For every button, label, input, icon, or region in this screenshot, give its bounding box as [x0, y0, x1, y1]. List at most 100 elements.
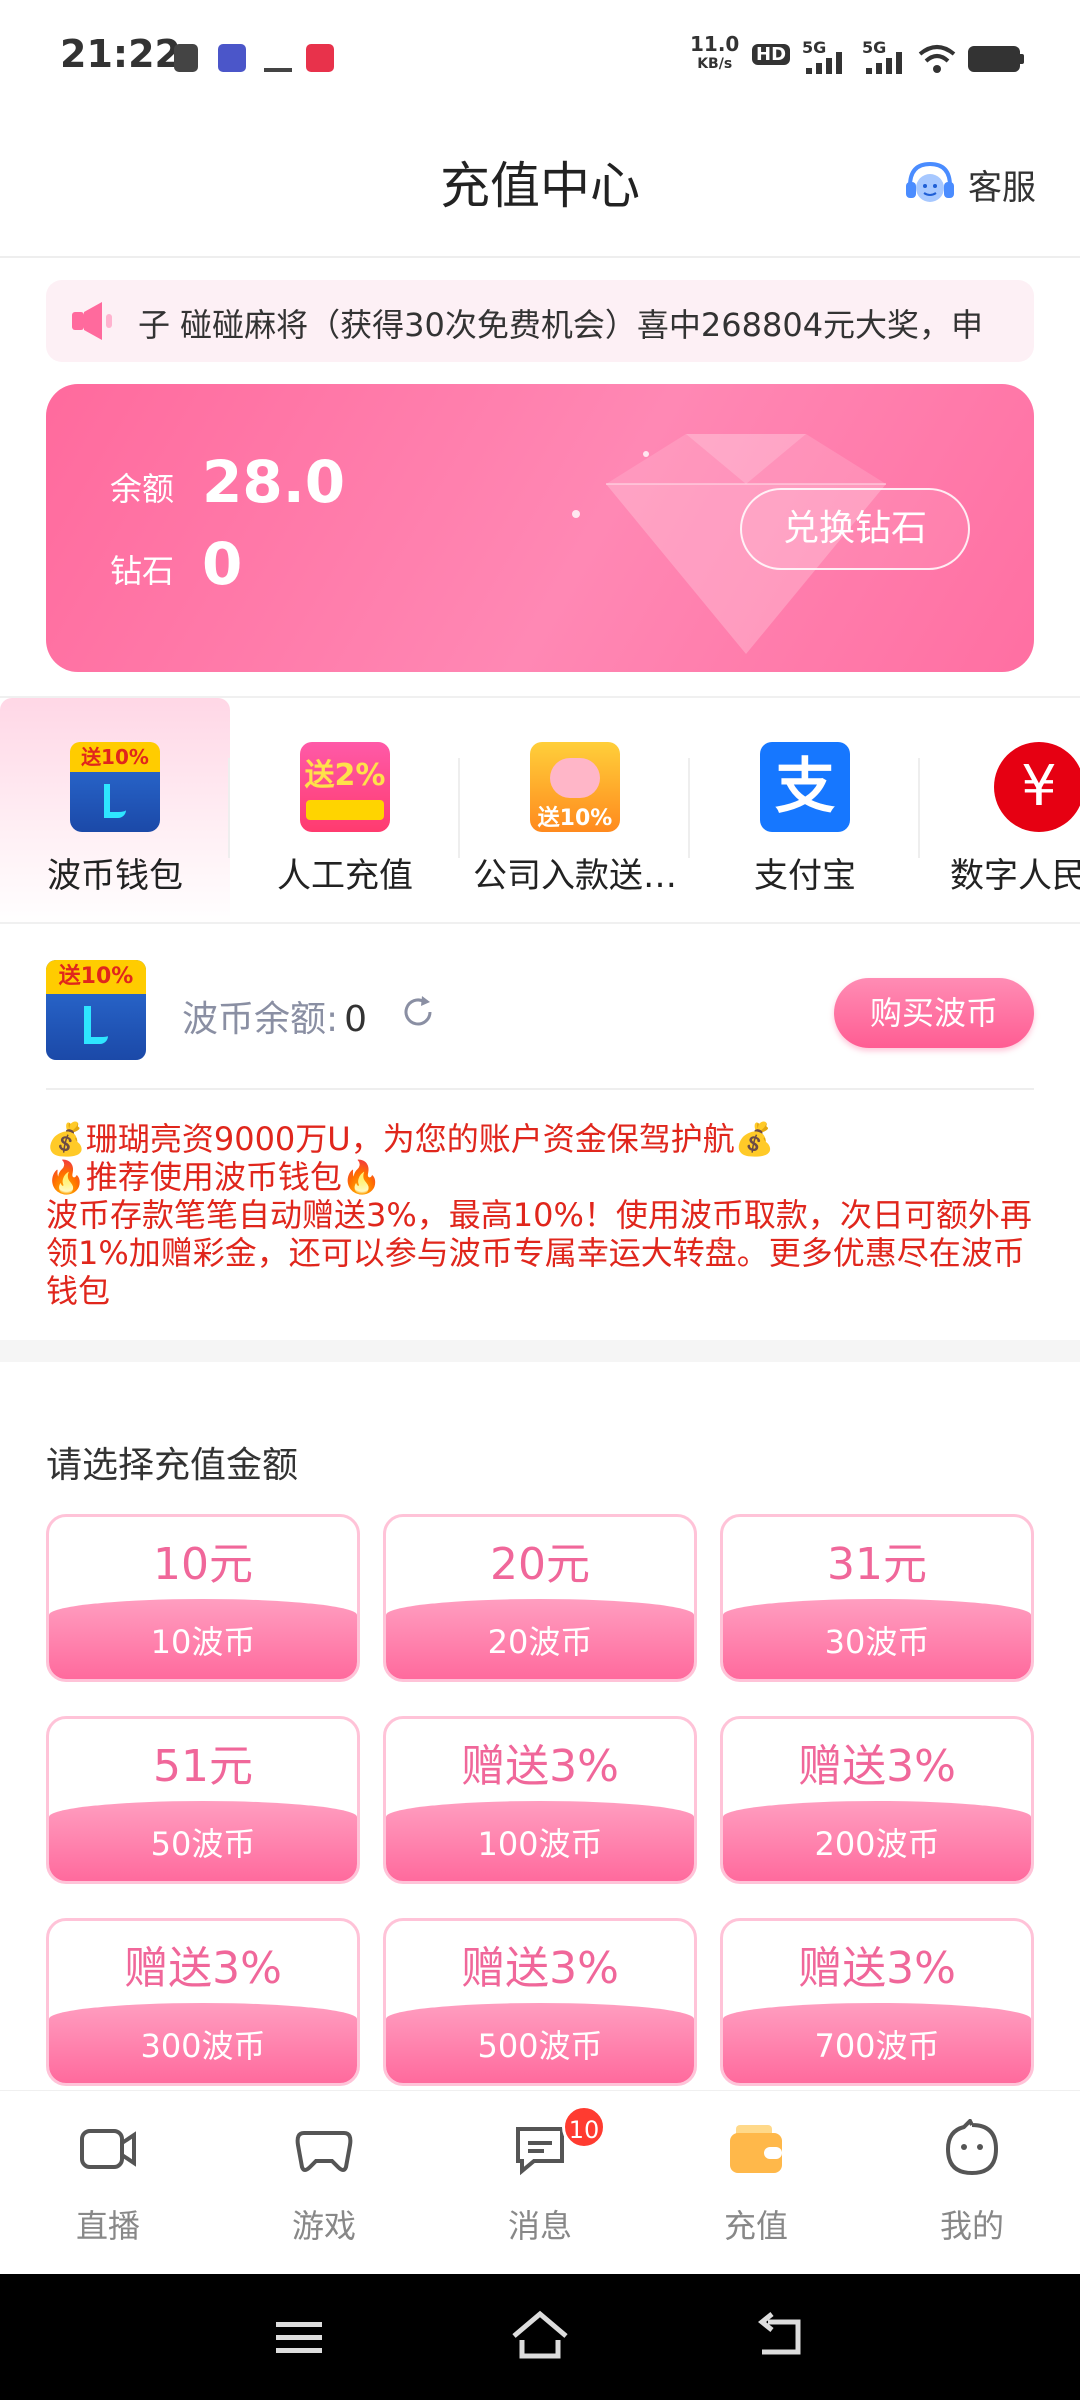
nav-live[interactable]: 直播 — [0, 2091, 216, 2275]
piggy-body — [550, 758, 600, 798]
balance-value: 28.0 — [202, 448, 346, 516]
bobi-badge: 送10% — [70, 742, 160, 772]
menu-icon[interactable] — [274, 2318, 324, 2358]
amount-option-coins: 50波币 — [49, 1801, 357, 1881]
promo-text: 💰珊瑚亮资9000万U，为您的账户资金保驾护航💰 🔥推荐使用波币钱包🔥 波币存款… — [46, 1120, 1036, 1310]
signal-bars-2-icon — [866, 52, 902, 74]
message-count-badge: 10 — [562, 2105, 606, 2149]
customer-service-button[interactable]: 客服 — [902, 154, 1036, 214]
video-camera-icon — [80, 2129, 136, 2169]
gamepad-icon — [295, 2131, 353, 2172]
wallet-balance-value: 0 — [344, 999, 368, 1040]
payment-method-manual[interactable]: 送2% 人工充值 — [230, 698, 460, 922]
amount-option-price: 20元 — [490, 1539, 590, 1590]
amount-option[interactable]: 赠送3% 700波币 — [720, 1918, 1034, 2086]
wallet-balance: 波币余额: 0 — [182, 990, 367, 1042]
notice-text: 子 碰碰麻将（获得30次免费机会）喜中268804元大奖，申 — [138, 306, 984, 344]
piggy-bank-icon: 送10% — [530, 742, 620, 832]
net-speed-value: 11.0 — [690, 32, 740, 56]
nav-games[interactable]: 游戏 — [216, 2091, 432, 2275]
diamond-label: 钻石 — [110, 552, 175, 590]
amount-option-coins: 500波币 — [386, 2003, 694, 2083]
promo-line-1: 💰珊瑚亮资9000万U，为您的账户资金保驾护航💰 — [46, 1120, 775, 1158]
alipay-icon: 支 — [760, 742, 850, 832]
payment-method-company[interactable]: 送10% 公司入款送… — [460, 698, 690, 922]
wallet-row: 送10% 波币余额: 0 购买波币 — [46, 960, 1034, 1090]
amount-option[interactable]: 赠送3% 200波币 — [720, 1716, 1034, 1884]
amount-option[interactable]: 10元 10波币 — [46, 1514, 360, 1682]
amount-option-price: 51元 — [153, 1741, 253, 1792]
net-speed-unit: KB/s — [697, 56, 733, 72]
header: 充值中心 客服 — [0, 110, 1080, 258]
amount-option-price: 31元 — [827, 1539, 927, 1590]
payment-method-label: 数字人民 — [950, 856, 1080, 896]
net-speed: 11.0 KB/s — [690, 34, 739, 74]
nav-live-label: 直播 — [75, 2207, 140, 2245]
payment-method-bobi-wallet[interactable]: 送10% 波币钱包 — [0, 698, 230, 922]
refresh-icon[interactable] — [400, 994, 436, 1030]
divider — [46, 1088, 1034, 1090]
download-done-icon — [264, 44, 292, 72]
company-badge: 送10% — [537, 806, 613, 831]
payment-method-digital-rmb[interactable]: ¥ 数字人民 — [920, 698, 1080, 922]
battery-icon — [968, 46, 1020, 72]
buy-bobi-button[interactable]: 购买波币 — [834, 978, 1034, 1048]
digital-rmb-icon: ¥ — [994, 742, 1080, 832]
system-navigation-bar — [0, 2274, 1080, 2400]
amount-option-coins: 10波币 — [49, 1599, 357, 1679]
amount-option[interactable]: 20元 20波币 — [383, 1514, 697, 1682]
nav-messages[interactable]: 10 消息 — [432, 2091, 648, 2275]
amount-option[interactable]: 51元 50波币 — [46, 1716, 360, 1884]
amount-section-title: 请选择充值金额 — [46, 1445, 299, 1486]
promo-line-2: 🔥推荐使用波币钱包🔥 — [46, 1158, 382, 1196]
bobi-wallet-icon: 送10% — [70, 742, 160, 832]
wallet-logo-badge: 送10% — [46, 960, 146, 994]
wallet-balance-label: 波币余额: — [182, 999, 339, 1040]
payment-method-label: 波币钱包 — [47, 856, 183, 896]
status-bar: 21:22 11.0 KB/s HD 5G 5G — [0, 0, 1080, 110]
amount-option-price: 赠送3% — [798, 1943, 956, 1994]
back-icon[interactable] — [754, 2312, 804, 2358]
amount-option-coins: 100波币 — [386, 1801, 694, 1881]
amount-option-coins: 30波币 — [723, 1599, 1031, 1679]
notice-marquee[interactable]: 子 碰碰麻将（获得30次免费机会）喜中268804元大奖，申 — [46, 280, 1034, 362]
wallet-icon — [730, 2125, 782, 2173]
amount-option-price: 赠送3% — [124, 1943, 282, 1994]
nav-recharge-label: 充值 — [723, 2207, 788, 2245]
payment-methods: 送10% 波币钱包 送2% 人工充值 送10% 公司入款送… 支 支付宝 ¥ 数… — [0, 696, 1080, 924]
amount-option[interactable]: 赠送3% 300波币 — [46, 1918, 360, 2086]
amount-option-coins: 300波币 — [49, 2003, 357, 2083]
amount-option-price: 赠送3% — [798, 1741, 956, 1792]
exchange-diamond-button[interactable]: 兑换钻石 — [740, 488, 970, 570]
manual-badge-strip — [306, 800, 384, 820]
app-notification-icon — [218, 44, 246, 72]
hd-indicator: HD — [752, 44, 791, 65]
bobi-logo-mark — [104, 784, 126, 818]
nav-profile[interactable]: 我的 — [864, 2091, 1080, 2275]
customer-service-label: 客服 — [968, 167, 1036, 208]
payment-method-label: 公司入款送… — [473, 856, 677, 896]
nav-messages-label: 消息 — [507, 2207, 572, 2245]
amount-option[interactable]: 31元 30波币 — [720, 1514, 1034, 1682]
section-gap — [0, 1340, 1080, 1362]
nav-games-label: 游戏 — [291, 2207, 356, 2245]
bottom-nav: 直播 游戏 10 消息 充值 我的 — [0, 2090, 1080, 2274]
amount-option-price: 赠送3% — [461, 1741, 619, 1792]
profile-face-icon — [945, 2119, 999, 2176]
payment-method-label: 支付宝 — [754, 856, 856, 896]
nav-recharge[interactable]: 充值 — [648, 2091, 864, 2275]
amount-option[interactable]: 赠送3% 100波币 — [383, 1716, 697, 1884]
payment-method-label: 人工充值 — [277, 856, 413, 896]
amount-option-coins: 200波币 — [723, 1801, 1031, 1881]
amount-option[interactable]: 赠送3% 500波币 — [383, 1918, 697, 2086]
home-icon[interactable] — [510, 2310, 570, 2360]
nav-profile-label: 我的 — [939, 2207, 1004, 2245]
payment-method-alipay[interactable]: 支 支付宝 — [690, 698, 920, 922]
balance-card: 余额 28.0 钻石 0 兑换钻石 — [46, 384, 1034, 672]
headset-icon — [906, 161, 954, 202]
wallet-logo-mark — [84, 1006, 108, 1044]
wifi-icon — [918, 45, 956, 73]
battery-tip-icon — [1020, 54, 1024, 64]
balance-label: 余额 — [110, 470, 175, 508]
manual-badge: 送2% — [304, 758, 386, 793]
